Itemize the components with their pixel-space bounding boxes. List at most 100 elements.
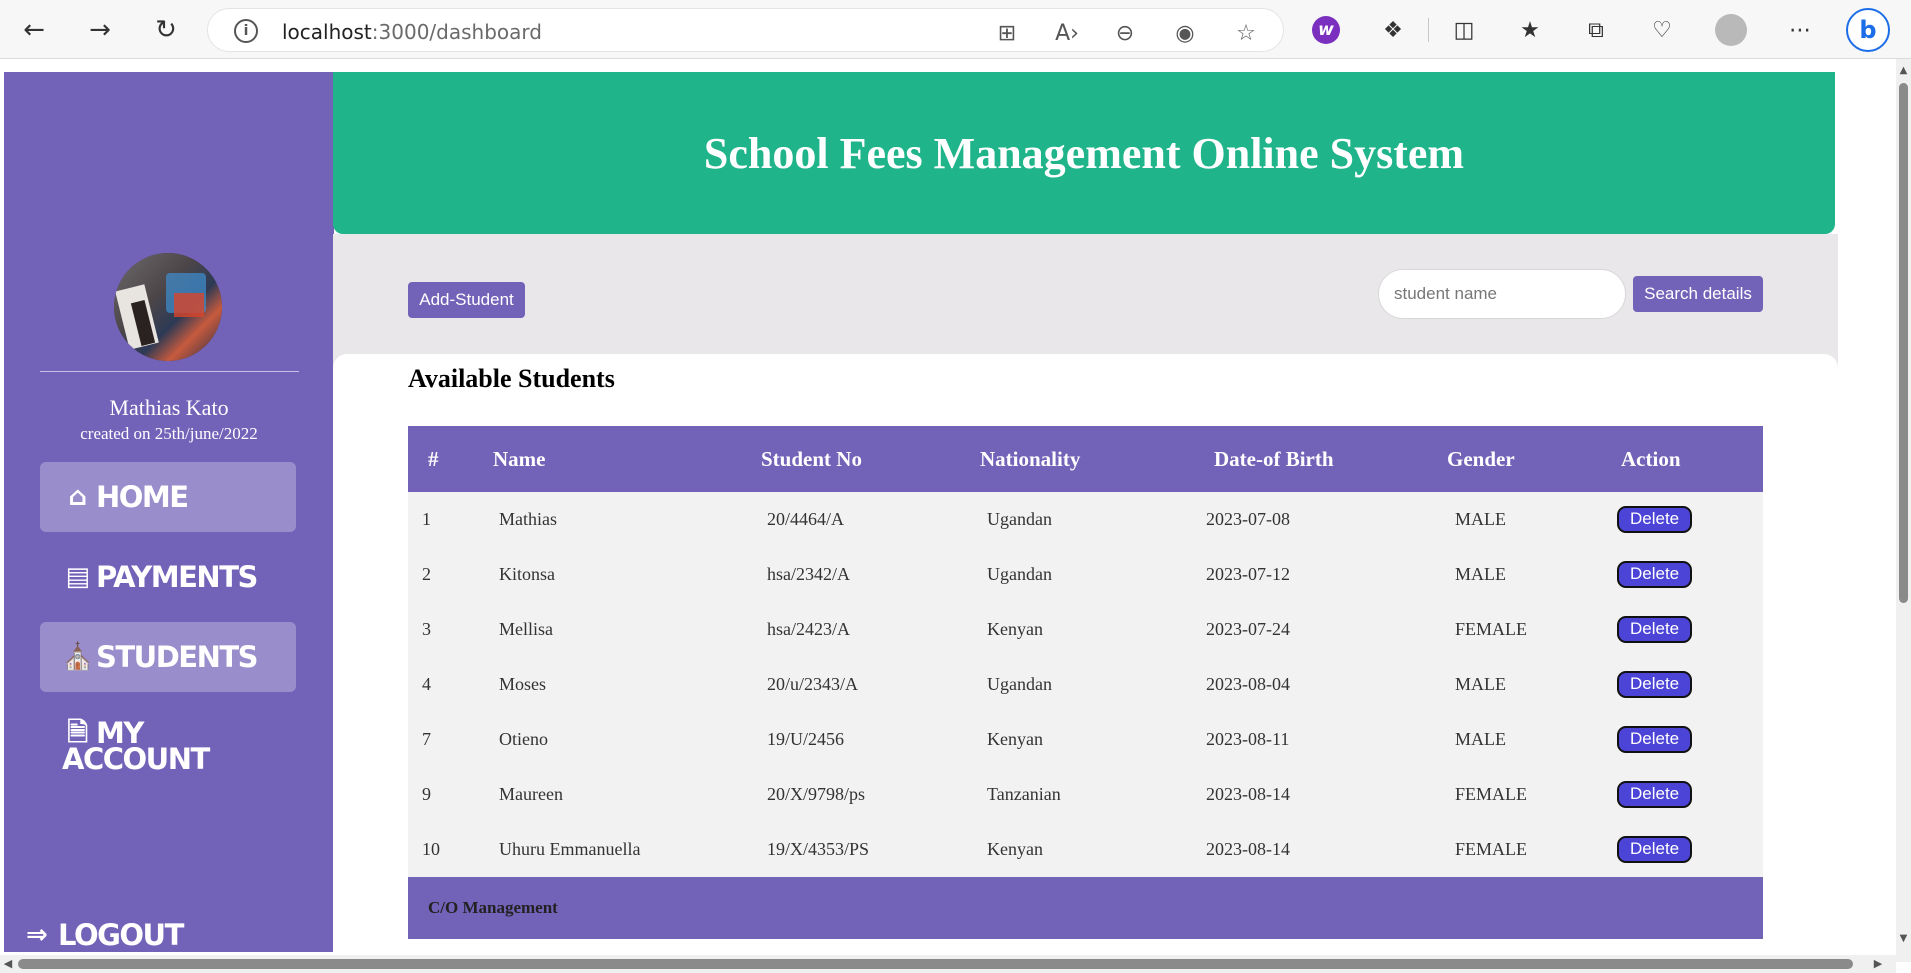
table-footer-row: C/O Management xyxy=(408,877,1763,939)
back-icon[interactable]: ← xyxy=(16,12,52,48)
table-row: 10 Uhuru Emmanuella 19/X/4353/PS Kenyan 2023… xyxy=(408,822,1763,877)
column-header: Gender xyxy=(1447,446,1515,471)
home-icon: ⌂ xyxy=(68,482,87,512)
scroll-left-icon[interactable]: ◀ xyxy=(2,957,14,971)
student-name-cell: Moses xyxy=(499,674,547,694)
user-created-date: created on 25th/june/2022 xyxy=(80,424,258,443)
student-number-cell: 19/U/2456 xyxy=(767,729,845,749)
sidebar-divider xyxy=(40,371,299,372)
read-aloud-icon[interactable]: A› xyxy=(1053,19,1081,47)
scroll-up-icon[interactable]: ▲ xyxy=(1898,65,1909,77)
student-number-cell: 20/u/2343/A xyxy=(767,674,859,694)
favorite-star-icon[interactable]: ☆ xyxy=(1232,19,1260,47)
student-name-cell: Uhuru Emmanuella xyxy=(499,839,641,859)
search-input[interactable] xyxy=(1378,269,1626,319)
row-number-cell: 7 xyxy=(422,729,431,749)
table-row: 9 Maureen 20/X/9798/ps Tanzanian 2023-08-14 F… xyxy=(408,767,1763,822)
student-name-cell: Kitonsa xyxy=(499,564,555,584)
column-header: Student No xyxy=(761,446,862,471)
delete-button[interactable]: Delete xyxy=(1617,506,1693,533)
action-cell: Delete xyxy=(1609,657,1763,712)
sidebar-item-home[interactable]: ⌂ HOME xyxy=(40,462,296,532)
add-student-button[interactable]: Add-Student xyxy=(408,282,525,318)
sidebar-item-my-account[interactable]: 🗎 MY ACCOUNT xyxy=(40,719,296,786)
action-cell: Delete xyxy=(1609,547,1763,602)
logout-button[interactable]: ⇒ LOGOUT xyxy=(26,918,184,952)
zoom-out-icon[interactable]: ⊖ xyxy=(1111,19,1139,47)
nationality-cell: Kenyan xyxy=(987,839,1043,859)
sidebar: Mathias Kato created on 25th/june/2022 ⌂… xyxy=(4,72,334,952)
table-row: 4 Moses 20/u/2343/A Ugandan 2023-08-04 MALE De… xyxy=(408,657,1763,712)
gender-cell: MALE xyxy=(1455,564,1506,584)
url-path: :3000/dashboard xyxy=(371,20,542,44)
scroll-right-icon[interactable]: ▶ xyxy=(1872,957,1884,971)
sidebar-item-students[interactable]: ⛪ STUDENTS xyxy=(40,622,296,692)
extension-w-icon[interactable]: w xyxy=(1312,16,1340,44)
performance-icon[interactable]: ♡ xyxy=(1645,13,1679,47)
action-cell: Delete xyxy=(1609,492,1763,547)
split-screen-icon[interactable]: ◫ xyxy=(1447,13,1481,47)
logout-label: LOGOUT xyxy=(58,918,184,952)
page-title: School Fees Management Online System xyxy=(703,128,1465,178)
student-name-cell: Maureen xyxy=(499,784,563,804)
address-bar[interactable]: i localhost:3000/dashboard ⊞ A› ⊖ ◉ ☆ xyxy=(207,8,1284,52)
horizontal-scrollbar[interactable]: ◀ ▶ xyxy=(0,955,1896,973)
column-header: Name xyxy=(493,446,546,471)
student-number-cell: hsa/2423/A xyxy=(767,619,850,639)
student-name-cell: Mathias xyxy=(499,509,557,529)
sidebar-item-label: HOME xyxy=(96,480,189,514)
delete-button[interactable]: Delete xyxy=(1617,671,1693,698)
vertical-scroll-thumb[interactable] xyxy=(1899,83,1908,603)
date-of-birth-cell: 2023-08-11 xyxy=(1206,729,1290,749)
gender-cell: FEMALE xyxy=(1455,784,1527,804)
table-row: 7 Otieno 19/U/2456 Kenyan 2023-08-11 MALE Dele… xyxy=(408,712,1763,767)
sidebar-item-payments[interactable]: ▤ PAYMENTS xyxy=(40,542,296,612)
page-header: School Fees Management Online System xyxy=(333,72,1835,234)
gender-cell: MALE xyxy=(1455,729,1506,749)
site-info-icon[interactable]: i xyxy=(234,19,258,43)
search-button[interactable]: Search details xyxy=(1633,276,1763,312)
sidebar-item-label: MY ACCOUNT xyxy=(62,719,210,774)
nationality-cell: Kenyan xyxy=(987,619,1043,639)
delete-button[interactable]: Delete xyxy=(1617,781,1693,808)
table-header-row: # Name Student No Nationality Date-of Bi… xyxy=(408,426,1763,492)
vertical-scrollbar[interactable]: ▲ ▼ xyxy=(1896,59,1911,962)
student-name-cell: Mellisa xyxy=(499,619,553,639)
student-number-cell: 20/X/9798/ps xyxy=(767,784,866,804)
column-header: Nationality xyxy=(980,446,1081,471)
refresh-icon[interactable]: ↻ xyxy=(148,12,184,48)
horizontal-scroll-thumb[interactable] xyxy=(18,959,1853,969)
school-icon: ⛪ xyxy=(61,642,94,672)
more-icon[interactable]: ⋯ xyxy=(1783,13,1817,47)
url-text[interactable]: localhost:3000/dashboard xyxy=(282,20,542,44)
delete-button[interactable]: Delete xyxy=(1617,836,1693,863)
date-of-birth-cell: 2023-07-24 xyxy=(1206,619,1290,639)
forward-icon[interactable]: → xyxy=(82,12,118,48)
delete-button[interactable]: Delete xyxy=(1617,561,1693,588)
money-icon: ▤ xyxy=(65,562,90,592)
profile-icon[interactable] xyxy=(1715,14,1747,46)
row-number-cell: 4 xyxy=(422,674,431,694)
row-number-cell: 10 xyxy=(422,839,440,859)
scroll-down-icon[interactable]: ▼ xyxy=(1898,933,1909,945)
favorites-icon[interactable]: ★ xyxy=(1513,13,1547,47)
action-cell: Delete xyxy=(1609,712,1763,767)
bing-copilot-icon[interactable]: b xyxy=(1846,8,1890,52)
delete-button[interactable]: Delete xyxy=(1617,726,1693,753)
collections-icon[interactable]: ⧉ xyxy=(1579,13,1613,47)
gender-cell: FEMALE xyxy=(1455,839,1527,859)
extensions-icon[interactable]: ❖ xyxy=(1376,13,1410,47)
gender-cell: FEMALE xyxy=(1455,619,1527,639)
delete-button[interactable]: Delete xyxy=(1617,616,1693,643)
date-of-birth-cell: 2023-08-04 xyxy=(1206,674,1290,694)
date-of-birth-cell: 2023-08-14 xyxy=(1206,784,1290,804)
tracking-icon[interactable]: ◉ xyxy=(1171,19,1199,47)
date-of-birth-cell: 2023-07-12 xyxy=(1206,564,1290,584)
apps-icon[interactable]: ⊞ xyxy=(993,19,1021,47)
action-cell: Delete xyxy=(1609,602,1763,657)
section-heading: Available Students xyxy=(408,364,615,393)
students-panel: Available Students # Name Student No Nat… xyxy=(333,354,1838,952)
toolbar-separator xyxy=(1428,18,1429,42)
date-of-birth-cell: 2023-08-14 xyxy=(1206,839,1290,859)
avatar xyxy=(114,253,222,361)
